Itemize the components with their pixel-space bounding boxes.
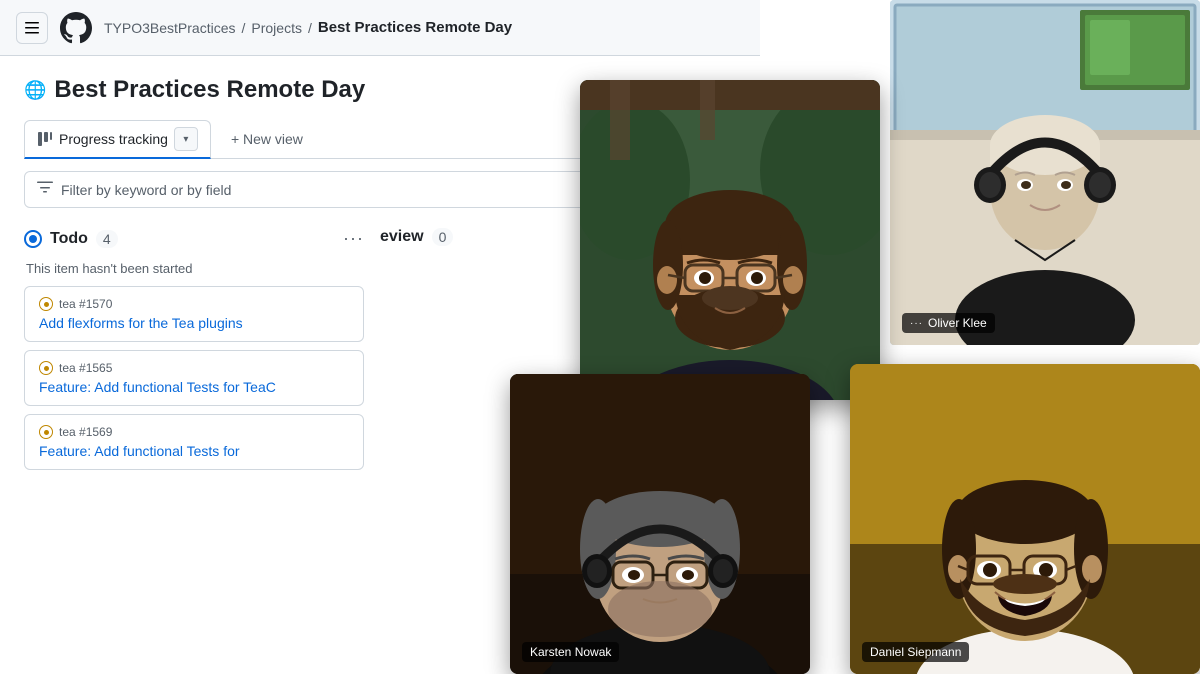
column-todo-count: 4 bbox=[96, 230, 118, 248]
column-review-count: 0 bbox=[432, 228, 454, 246]
kanban-board: Todo 4 ··· This item hasn't been started… bbox=[24, 224, 736, 478]
new-view-button[interactable]: + New view bbox=[219, 125, 315, 153]
current-page: Best Practices Remote Day bbox=[318, 19, 512, 36]
tab-progress-tracking[interactable]: Progress tracking ▾ bbox=[24, 120, 211, 159]
issue-dot-icon bbox=[39, 361, 53, 375]
dots-icon: ··· bbox=[910, 318, 923, 329]
separator-2: / bbox=[308, 20, 312, 36]
tab-dropdown-button[interactable]: ▾ bbox=[174, 127, 198, 151]
view-tabs: Progress tracking ▾ + New view bbox=[24, 120, 736, 159]
kanban-card: tea #1569 Feature: Add functional Tests … bbox=[24, 414, 364, 470]
separator-1: / bbox=[242, 20, 246, 36]
video-daniel: Daniel Siepmann bbox=[850, 364, 1200, 674]
issue-dot-icon bbox=[39, 425, 53, 439]
breadcrumb: TYPO3BestPractices / Projects / Best Pra… bbox=[104, 19, 512, 36]
card-issue-ref: tea #1565 bbox=[39, 361, 349, 375]
chevron-down-icon: ▾ bbox=[183, 134, 188, 145]
card-ref-text: tea #1570 bbox=[59, 297, 112, 311]
oliver-name-text: Oliver Klee bbox=[928, 316, 987, 330]
main-content: 🌐 Best Practices Remote Day Progress tra… bbox=[0, 56, 760, 498]
issue-dot-icon bbox=[39, 297, 53, 311]
card-ref-text: tea #1565 bbox=[59, 361, 112, 375]
oliver-video-bg bbox=[890, 0, 1200, 345]
column-todo-title: Todo bbox=[50, 230, 88, 248]
daniel-name-text: Daniel Siepmann bbox=[870, 645, 961, 659]
filter-bar[interactable]: Filter by keyword or by field bbox=[24, 171, 736, 208]
tab-label: Progress tracking bbox=[59, 131, 168, 147]
card-title[interactable]: Feature: Add functional Tests for bbox=[39, 443, 349, 459]
column-todo-menu[interactable]: ··· bbox=[343, 228, 364, 249]
globe-icon: 🌐 bbox=[24, 80, 46, 101]
topnav: TYPO3BestPractices / Projects / Best Pra… bbox=[0, 0, 760, 56]
org-link[interactable]: TYPO3BestPractices bbox=[104, 20, 236, 36]
project-title-row: 🌐 Best Practices Remote Day bbox=[24, 76, 736, 104]
column-todo: Todo 4 ··· This item hasn't been started… bbox=[24, 224, 364, 478]
card-title[interactable]: Feature: Add functional Tests for TeaC bbox=[39, 379, 349, 395]
filter-icon bbox=[37, 180, 53, 199]
oliver-name-label: ··· Oliver Klee bbox=[902, 313, 995, 333]
video-oliver: ··· Oliver Klee bbox=[890, 0, 1200, 345]
projects-link[interactable]: Projects bbox=[251, 20, 302, 36]
kanban-card: tea #1565 Feature: Add functional Tests … bbox=[24, 350, 364, 406]
card-title[interactable]: Add flexforms for the Tea plugins bbox=[39, 315, 349, 331]
column-todo-subtitle: This item hasn't been started bbox=[24, 261, 364, 276]
card-ref-text: tea #1569 bbox=[59, 425, 112, 439]
board-icon bbox=[37, 131, 53, 147]
column-todo-header: Todo 4 ··· bbox=[24, 224, 364, 253]
github-logo[interactable] bbox=[60, 12, 92, 44]
new-view-label: + New view bbox=[231, 131, 303, 147]
github-ui-panel: TYPO3BestPractices / Projects / Best Pra… bbox=[0, 0, 760, 674]
hamburger-button[interactable] bbox=[16, 12, 48, 44]
column-review: eview 0 bbox=[380, 224, 460, 478]
kanban-card: tea #1570 Add flexforms for the Tea plug… bbox=[24, 286, 364, 342]
daniel-name-label: Daniel Siepmann bbox=[862, 642, 969, 662]
project-title: Best Practices Remote Day bbox=[54, 76, 365, 104]
column-review-header: eview 0 bbox=[380, 224, 460, 250]
filter-placeholder: Filter by keyword or by field bbox=[61, 182, 231, 198]
column-review-title: eview bbox=[380, 228, 424, 246]
todo-icon bbox=[24, 230, 42, 248]
card-issue-ref: tea #1569 bbox=[39, 425, 349, 439]
card-issue-ref: tea #1570 bbox=[39, 297, 349, 311]
